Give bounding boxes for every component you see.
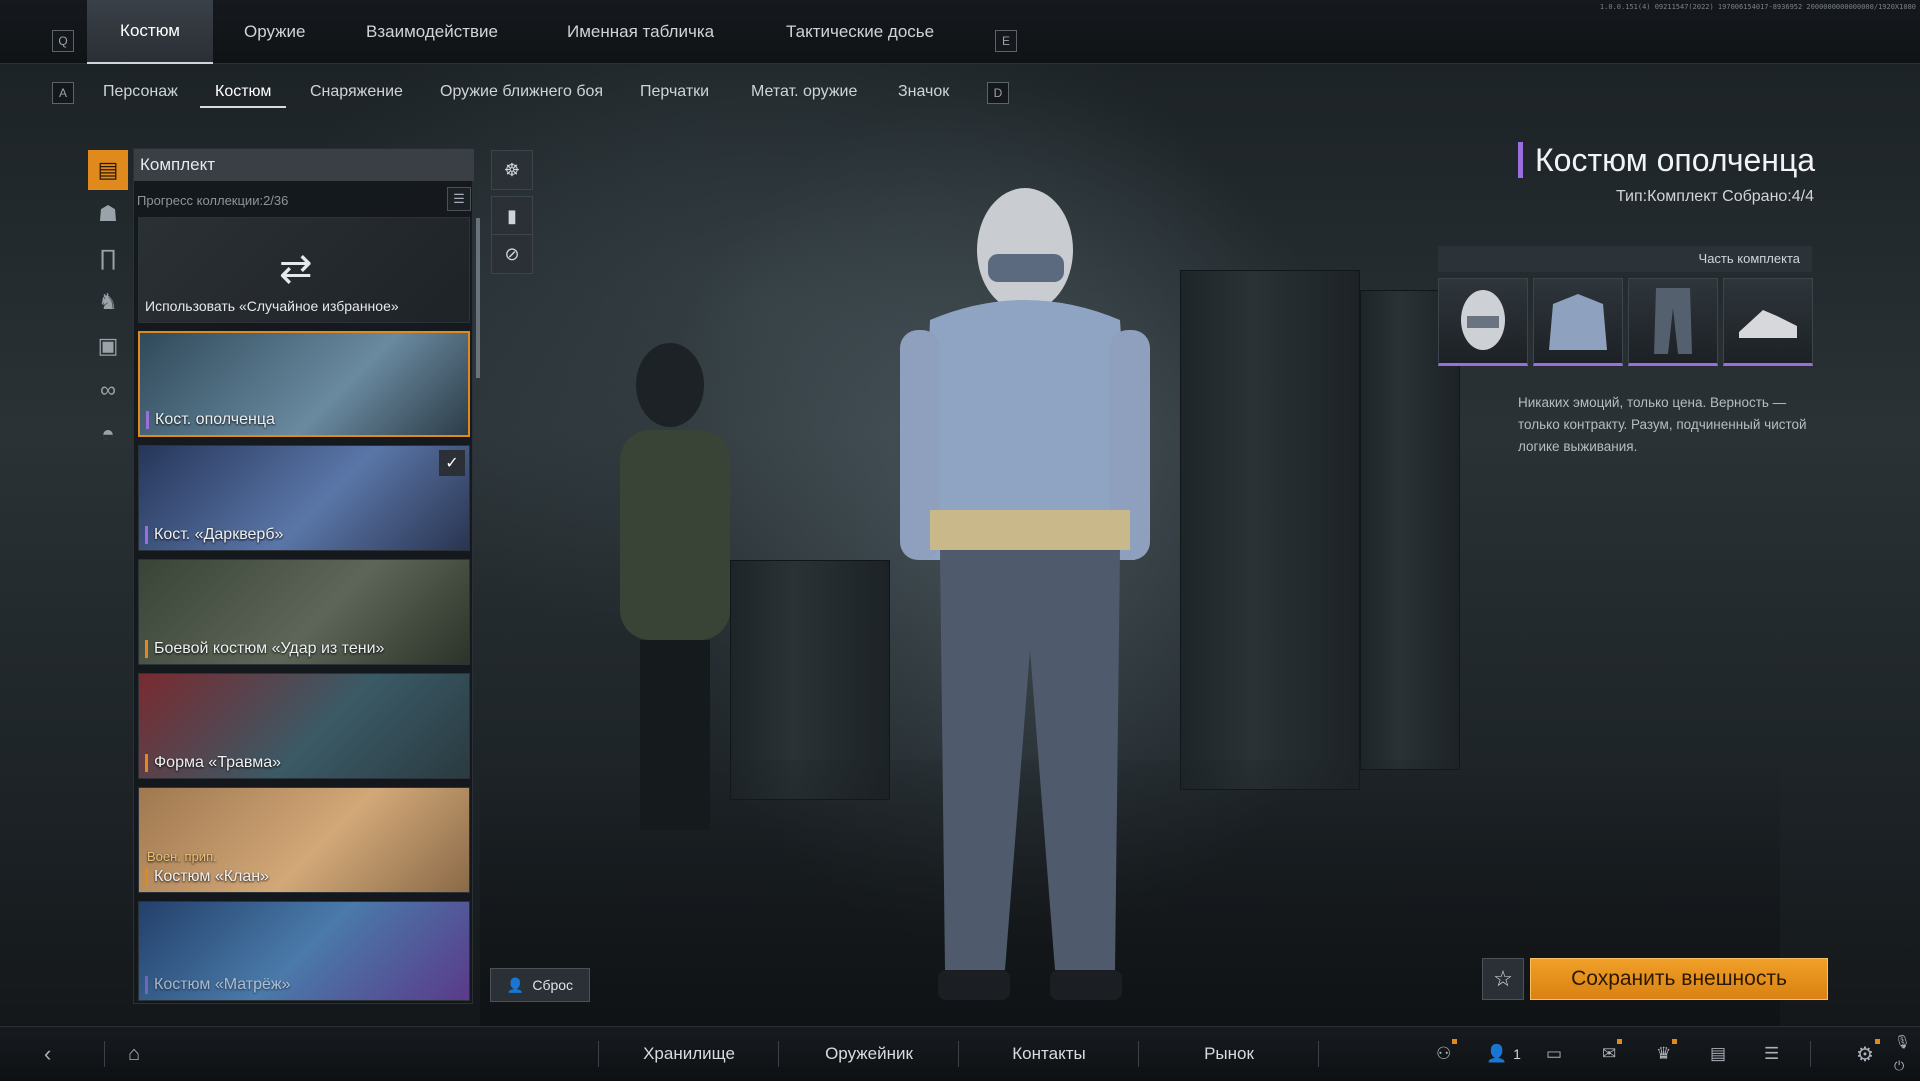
vest-icon[interactable]: ▣ <box>88 326 128 366</box>
category-bar: ▤ ☗ ∏ ♞ ▣ ∞ ◓ <box>86 148 130 458</box>
costume-card[interactable]: Форма «Травма» <box>138 673 470 779</box>
party-icon[interactable]: 👤 1 <box>1486 1043 1521 1065</box>
costume-name: Кост. ополченца <box>146 411 275 429</box>
costume-card[interactable]: Воен. прип. Костюм «Клан» <box>138 787 470 893</box>
bottom-bar: ‹ ⌂ Хранилище Оружейник Контакты Рынок ⚇… <box>0 1026 1920 1080</box>
boots-icon[interactable]: ♞ <box>88 282 128 322</box>
reset-button[interactable]: 👤 Сброс <box>490 968 590 1002</box>
friends-icon[interactable]: ⚇ <box>1436 1039 1458 1065</box>
sneakers-icon <box>1739 310 1797 338</box>
costume-card[interactable]: Костюм «Матрёж» <box>138 901 470 1001</box>
collection-progress: Прогресс коллекции:2/36 <box>137 193 289 208</box>
nav-contacts[interactable]: Контакты <box>960 1027 1138 1081</box>
equipped-check-icon: ✓ <box>439 450 465 476</box>
head-settings-icon[interactable]: ☸ <box>491 150 533 190</box>
nav-armory[interactable]: Оружейник <box>780 1027 958 1081</box>
pants-icon[interactable]: ∏ <box>88 238 128 278</box>
shuffle-icon: ⇄ <box>279 247 313 291</box>
microphone-icon[interactable]: 🎙 <box>1894 1031 1911 1053</box>
jacket-icon <box>1549 294 1607 350</box>
tab-label: Тактические досье <box>786 22 935 41</box>
hide-gear-icon[interactable]: ⊘ <box>491 234 533 274</box>
costume-description: Никаких эмоций, только цена. Верность — … <box>1518 395 1807 454</box>
subtab-melee[interactable]: Оружие ближнего боя <box>440 80 603 108</box>
random-favorite-card[interactable]: ⇄ Использовать «Случайное избранное» <box>138 217 470 323</box>
balaclava-icon <box>1461 290 1505 350</box>
tab-label: Оружие <box>244 22 306 41</box>
character-model <box>900 188 1150 1000</box>
subtab-character[interactable]: Персонаж <box>103 80 178 108</box>
key-hint-d: D <box>987 82 1009 104</box>
favorite-star-icon[interactable]: ☆ <box>1482 958 1524 1000</box>
mannequin <box>620 343 730 830</box>
set-parts-header: Часть комплекта <box>1438 246 1812 272</box>
costume-tag: Воен. прип. <box>147 849 217 864</box>
home-icon[interactable]: ⌂ <box>128 1043 140 1065</box>
mail-icon[interactable]: ✉ <box>1602 1039 1623 1065</box>
reset-label: Сброс <box>532 977 574 993</box>
tab-nameplate[interactable]: Именная табличка <box>567 0 714 64</box>
set-icon[interactable]: ▤ <box>88 150 128 190</box>
outfit-view-icon[interactable]: ▮ <box>491 196 533 236</box>
filter-list-icon[interactable]: ☰ <box>447 187 471 211</box>
costume-card[interactable]: ✓ Кост. «Даркверб» <box>138 445 470 551</box>
set-piece[interactable] <box>1723 278 1813 366</box>
key-hint-a: A <box>52 82 74 104</box>
tab-label: Костюм <box>120 21 180 40</box>
nav-storage[interactable]: Хранилище <box>600 1027 778 1081</box>
tab-label: Именная табличка <box>567 22 715 41</box>
sub-tab-bar: A Персонаж Костюм Снаряжение Оружие ближ… <box>0 70 1920 114</box>
nav-market[interactable]: Рынок <box>1140 1027 1318 1081</box>
key-hint-e: E <box>995 30 1017 52</box>
subtab-equipment[interactable]: Снаряжение <box>310 80 403 108</box>
notes-icon[interactable]: ▤ <box>1710 1043 1726 1065</box>
power-icon[interactable]: ⏻ <box>1894 1055 1904 1077</box>
glasses-icon[interactable]: ∞ <box>88 370 128 410</box>
subtab-costume[interactable]: Костюм <box>200 80 287 108</box>
costume-name: Костюм «Матрёж» <box>145 976 291 994</box>
back-arrow-icon[interactable]: ‹ <box>44 1041 51 1066</box>
settings-gear-icon[interactable]: ⚙ <box>1856 1039 1880 1066</box>
set-piece[interactable] <box>1628 278 1718 366</box>
panel-title: Комплект <box>134 149 474 181</box>
costume-name: Форма «Травма» <box>145 754 281 772</box>
tab-costume[interactable]: Костюм <box>87 0 213 64</box>
costume-card[interactable]: Кост. ополченца <box>138 331 470 437</box>
cap-icon[interactable]: ◓ <box>88 414 128 454</box>
subtab-throwables[interactable]: Метат. оружие <box>751 80 857 108</box>
top-tab-bar: Q Костюм Оружие Взаимодействие Именная т… <box>0 0 1920 64</box>
tab-interaction[interactable]: Взаимодействие <box>366 0 498 64</box>
list-scrollbar[interactable] <box>476 218 480 378</box>
costume-title: Костюм ополченца <box>1518 142 1815 178</box>
helmet-icon[interactable]: ☗ <box>88 194 128 234</box>
subtab-badge[interactable]: Значок <box>898 80 949 108</box>
random-favorite-label: Использовать «Случайное избранное» <box>145 298 399 314</box>
costume-meta: Тип:Комплект Собрано:4/4 <box>1615 188 1814 205</box>
subtab-gloves[interactable]: Перчатки <box>640 80 709 108</box>
menu-list-icon[interactable]: ☰ <box>1764 1043 1779 1065</box>
tab-tactical-dossier[interactable]: Тактические досье <box>786 0 934 64</box>
locker <box>1180 270 1360 790</box>
trousers-icon <box>1654 288 1692 354</box>
person-reset-icon: 👤 <box>506 976 525 993</box>
key-hint-q: Q <box>52 30 74 52</box>
costume-name: Боевой костюм «Удар из тени» <box>145 640 384 658</box>
chat-icon[interactable]: ▭ <box>1546 1043 1562 1065</box>
tab-label: Взаимодействие <box>366 22 498 41</box>
set-piece[interactable] <box>1533 278 1623 366</box>
item-list-panel: Комплект Прогресс коллекции:2/36 ☰ ⇄ Исп… <box>133 148 474 1004</box>
costume-name: Костюм «Клан» <box>145 868 269 886</box>
party-count: 1 <box>1513 1046 1521 1062</box>
tab-weapons[interactable]: Оружие <box>244 0 306 64</box>
trophy-icon[interactable]: ♛ <box>1656 1039 1678 1065</box>
build-version: 1.0.0.151(4) 09211547(2022) 197006154017… <box>1599 3 1916 11</box>
costume-card[interactable]: Боевой костюм «Удар из тени» <box>138 559 470 665</box>
save-label: Сохранить внешность <box>1571 967 1787 990</box>
set-piece[interactable] <box>1438 278 1528 366</box>
costume-name: Кост. «Даркверб» <box>145 526 283 544</box>
save-appearance-button[interactable]: Сохранить внешность <box>1530 958 1828 1000</box>
